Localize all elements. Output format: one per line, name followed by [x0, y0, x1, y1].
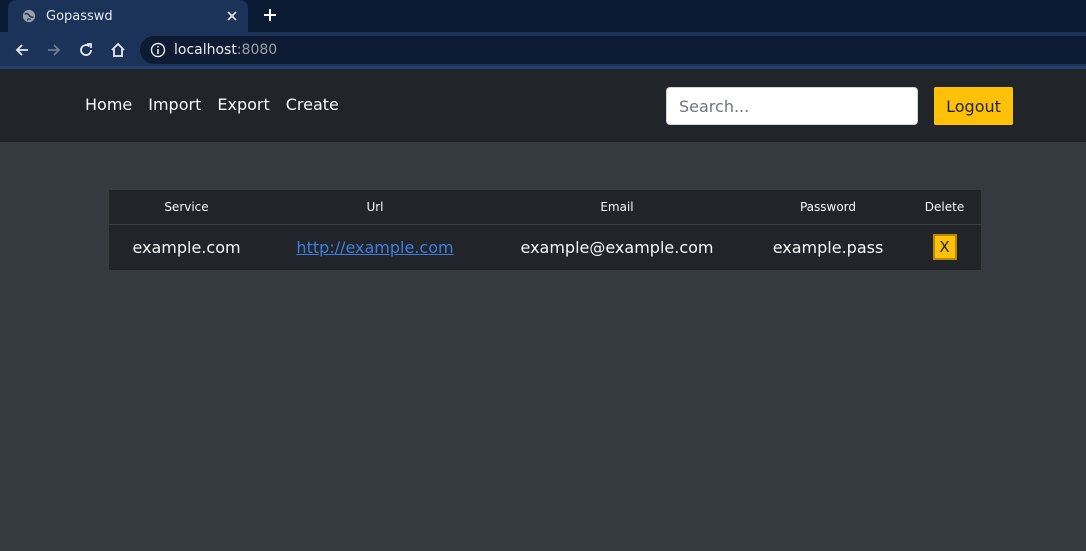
table-row: example.com http://example.com example@e… — [109, 224, 981, 270]
cell-email: example@example.com — [520, 237, 714, 257]
new-tab-icon[interactable] — [261, 6, 279, 24]
table-header-row: Service Url Email Password Delete — [109, 190, 981, 225]
nav-link-export[interactable]: Export — [217, 95, 269, 114]
nav-link-import[interactable]: Import — [148, 95, 201, 114]
close-icon[interactable] — [224, 8, 240, 24]
url-host: localhost — [174, 42, 237, 58]
cell-delete: X — [908, 224, 981, 270]
home-icon[interactable] — [109, 41, 127, 59]
nav-links: Home Import Export Create — [85, 95, 355, 114]
cell-service: example.com — [132, 237, 241, 257]
cell-password: example.pass — [772, 237, 884, 257]
nav-link-home[interactable]: Home — [85, 95, 132, 114]
cell-url: http://example.com — [264, 224, 486, 270]
browser-tab[interactable]: Gopasswd — [8, 0, 248, 32]
nav-link-create[interactable]: Create — [286, 95, 339, 114]
tab-title: Gopasswd — [46, 8, 113, 24]
globe-icon — [22, 9, 36, 23]
url-link[interactable]: http://example.com — [296, 238, 453, 257]
column-header-email: Email — [486, 190, 748, 225]
back-arrow-icon[interactable] — [13, 41, 31, 59]
column-header-delete: Delete — [908, 190, 981, 225]
reload-icon[interactable] — [77, 41, 95, 59]
browser-tab-strip: Gopasswd — [0, 0, 1086, 32]
address-bar[interactable]: localhost:8080 — [140, 36, 1086, 64]
column-header-password: Password — [748, 190, 908, 225]
info-icon[interactable] — [150, 42, 166, 58]
search-input[interactable] — [666, 87, 918, 125]
url-port: :8080 — [236, 42, 278, 58]
password-table: Service Url Email Password Delete exampl… — [109, 190, 981, 270]
logout-button[interactable]: Logout — [934, 87, 1013, 125]
delete-button[interactable]: X — [932, 234, 957, 261]
column-header-url: Url — [264, 190, 486, 225]
column-header-service: Service — [109, 190, 264, 225]
app-navbar: Home Import Export Create Logout — [0, 69, 1086, 142]
browser-toolbar: localhost:8080 — [0, 32, 1086, 69]
forward-arrow-icon[interactable] — [45, 41, 63, 59]
